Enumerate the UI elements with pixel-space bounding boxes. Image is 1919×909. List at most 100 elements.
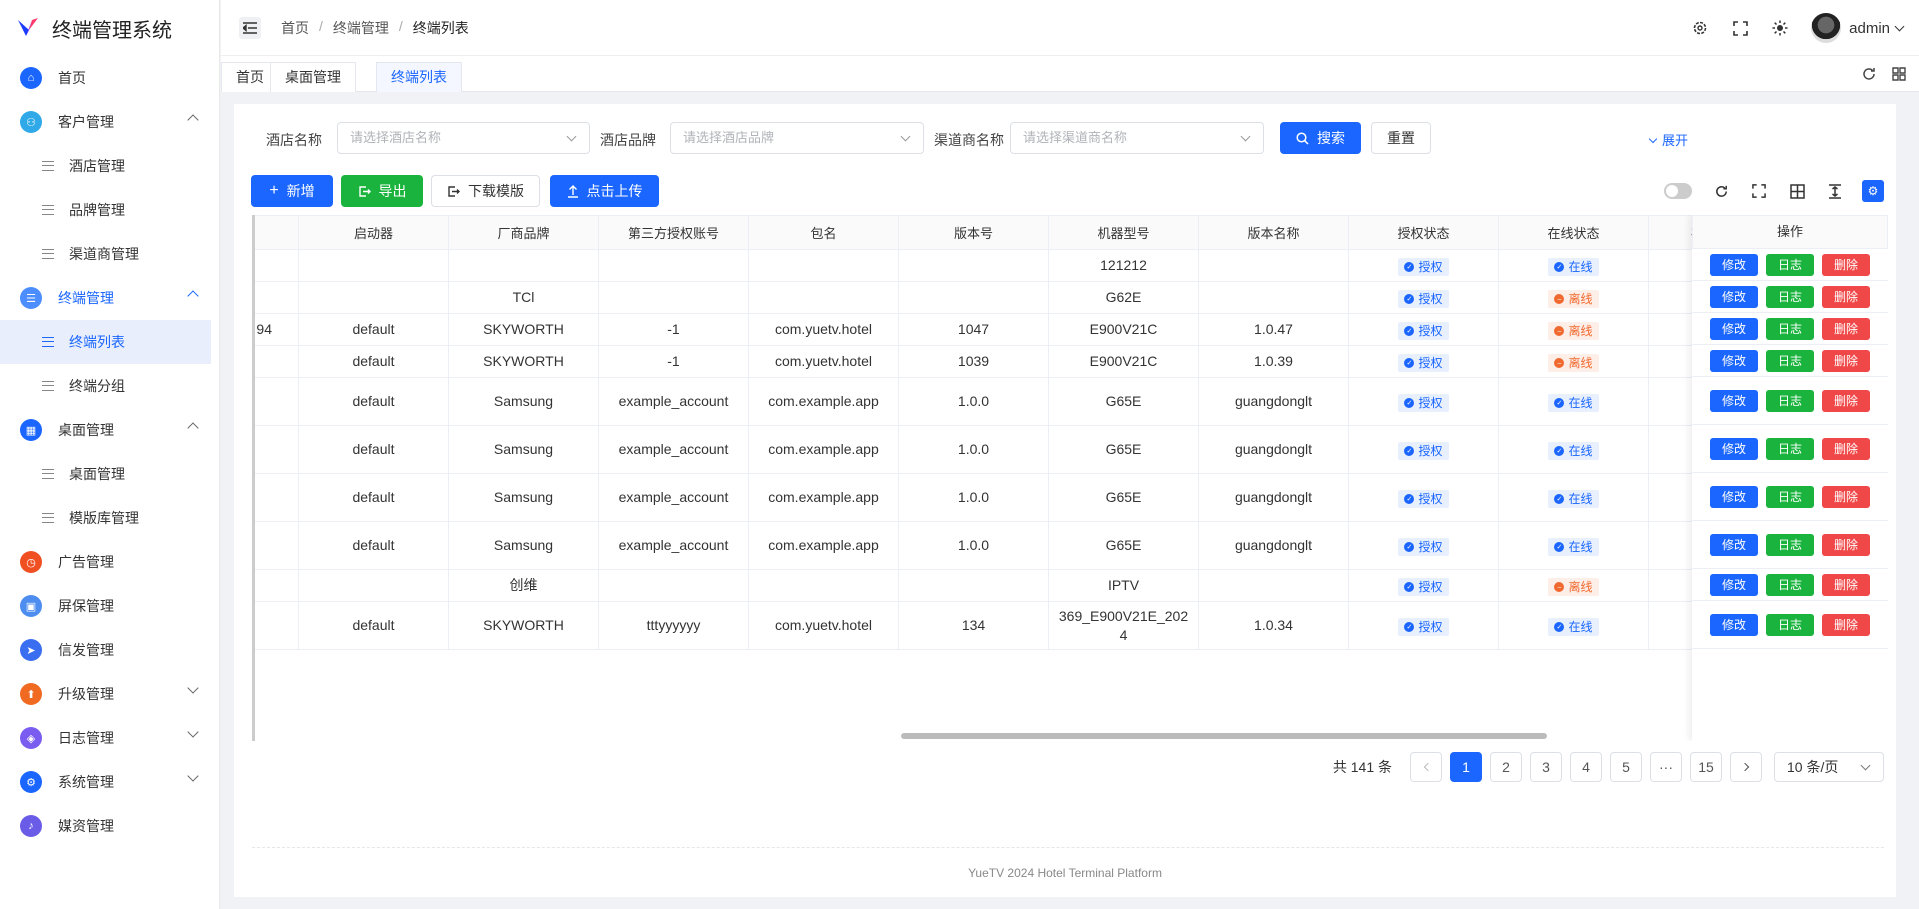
page-button[interactable]: 2 (1490, 752, 1522, 782)
page-button[interactable]: 5 (1610, 752, 1642, 782)
table-settings-button[interactable]: ⚙ (1862, 180, 1884, 202)
table-row[interactable]: 创维IPTV✓授权–离线0 (255, 569, 1799, 602)
delete-button[interactable]: 删除 (1822, 349, 1870, 372)
density-button[interactable] (1826, 182, 1844, 200)
channel-name-select[interactable]: 请选择渠道商名称 (1010, 122, 1264, 154)
page-button[interactable]: 3 (1530, 752, 1562, 782)
sidebar-subitem[interactable]: 渠道商管理 (0, 232, 219, 276)
page-button[interactable]: 4 (1570, 752, 1602, 782)
sidebar-subitem[interactable]: 模版库管理 (0, 496, 219, 540)
column-settings-button[interactable] (1788, 182, 1806, 200)
delete-button[interactable]: 删除 (1822, 317, 1870, 340)
log-button[interactable]: 日志 (1766, 253, 1814, 276)
sidebar-subitem[interactable]: 桌面管理 (0, 452, 219, 496)
search-button[interactable]: 搜索 (1280, 122, 1361, 154)
table-row[interactable]: 121212✓授权✓在线0 (255, 249, 1799, 282)
operation-row: 修改 日志 删除 (1692, 345, 1888, 377)
log-button[interactable]: 日志 (1766, 533, 1814, 556)
edit-button[interactable]: 修改 (1710, 613, 1758, 636)
tab-desktop[interactable]: 桌面管理 (270, 62, 356, 92)
log-button[interactable]: 日志 (1766, 485, 1814, 508)
download-template-button[interactable]: 下载模版 (431, 175, 540, 207)
page-button[interactable]: 1 (1450, 752, 1482, 782)
upload-button[interactable]: 点击上传 (550, 175, 659, 207)
next-page-button[interactable] (1730, 752, 1762, 782)
breadcrumb-terminal[interactable]: 终端管理 (333, 18, 389, 38)
edit-button[interactable]: 修改 (1710, 485, 1758, 508)
sidebar-item-desktop[interactable]: ▦ 桌面管理 (0, 408, 219, 452)
log-button[interactable]: 日志 (1766, 349, 1814, 372)
sidebar-item-customer[interactable]: ⚇ 客户管理 (0, 100, 219, 144)
sidebar-item-log[interactable]: ◈ 日志管理 (0, 716, 219, 760)
delete-button[interactable]: 删除 (1822, 573, 1870, 596)
sidebar-subitem[interactable]: 终端列表 (0, 320, 211, 364)
table-row[interactable]: 94 default SKYWORTH -1 com.yuetv.hotel 1047 E9… (255, 313, 1799, 346)
table-row[interactable]: default Samsung example_account com.example… (255, 473, 1799, 522)
edit-button[interactable]: 修改 (1710, 317, 1758, 340)
log-button[interactable]: 日志 (1766, 285, 1814, 308)
export-button[interactable]: 导出 (341, 175, 423, 207)
delete-button[interactable]: 删除 (1822, 285, 1870, 308)
sidebar-subitem[interactable]: 品牌管理 (0, 188, 219, 232)
sidebar-item-system[interactable]: ⚙ 系统管理 (0, 760, 219, 804)
add-button[interactable]: + 新增 (251, 175, 333, 207)
edit-button[interactable]: 修改 (1710, 253, 1758, 276)
log-button[interactable]: 日志 (1766, 317, 1814, 340)
table-row[interactable]: default Samsung example_account com.example… (255, 425, 1799, 474)
delete-button[interactable]: 删除 (1822, 253, 1870, 276)
fullscreen-button[interactable] (1731, 19, 1749, 37)
table-row[interactable]: default Samsung example_account com.example… (255, 521, 1799, 570)
chevron-down-icon[interactable] (1894, 21, 1905, 31)
sidebar-item-terminal[interactable]: ☰ 终端管理 (0, 276, 219, 320)
sidebar-subitem[interactable]: 终端分组 (0, 364, 219, 408)
sidebar-item-send[interactable]: ➤ 信发管理 (0, 628, 219, 672)
breadcrumb-home[interactable]: 首页 (281, 18, 309, 38)
log-button[interactable]: 日志 (1766, 437, 1814, 460)
expand-link[interactable]: 展开 (1648, 130, 1688, 149)
theme-toggle-button[interactable] (1771, 19, 1789, 37)
table-cell-ver (898, 249, 1049, 282)
hotel-brand-select[interactable]: 请选择酒店品牌 (670, 122, 924, 154)
delete-button[interactable]: 删除 (1822, 533, 1870, 556)
horizontal-scrollbar[interactable] (901, 733, 1547, 739)
sidebar-item-media[interactable]: ♪ 媒资管理 (0, 804, 219, 848)
avatar[interactable] (1811, 13, 1842, 43)
collapse-sidebar-button[interactable] (239, 16, 261, 39)
delete-button[interactable]: 删除 (1822, 437, 1870, 460)
log-button[interactable]: 日志 (1766, 389, 1814, 412)
table-row[interactable]: default SKYWORTH -1 com.yuetv.hotel 1039 E900… (255, 345, 1799, 378)
table-row[interactable]: default Samsung example_account com.example… (255, 377, 1799, 426)
edit-button[interactable]: 修改 (1710, 573, 1758, 596)
delete-button[interactable]: 删除 (1822, 389, 1870, 412)
stripe-toggle[interactable] (1664, 183, 1692, 199)
refresh-table-button[interactable] (1712, 182, 1730, 200)
sidebar-item-upgrade[interactable]: ⬆ 升级管理 (0, 672, 219, 716)
user-name[interactable]: admin (1849, 20, 1890, 37)
table-row[interactable]: TClG62E✓授权–离线0 (255, 281, 1799, 314)
edit-button[interactable]: 修改 (1710, 389, 1758, 412)
sidebar-item-ad[interactable]: ◷ 广告管理 (0, 540, 219, 584)
delete-button[interactable]: 删除 (1822, 485, 1870, 508)
sidebar-item-screensaver[interactable]: ▣ 屏保管理 (0, 584, 219, 628)
page-size-select[interactable]: 10 条/页 (1774, 752, 1884, 782)
page-button[interactable]: 15 (1690, 752, 1722, 782)
edit-button[interactable]: 修改 (1710, 533, 1758, 556)
sidebar-item-home[interactable]: ⌂ 首页 (0, 56, 219, 100)
log-button[interactable]: 日志 (1766, 613, 1814, 636)
grid-icon[interactable] (1891, 66, 1907, 82)
prev-page-button[interactable] (1410, 752, 1442, 782)
edit-button[interactable]: 修改 (1710, 349, 1758, 372)
table-fullscreen-button[interactable] (1750, 182, 1768, 200)
edit-button[interactable]: 修改 (1710, 285, 1758, 308)
settings-button[interactable] (1691, 19, 1709, 37)
tab-terminal-list[interactable]: 终端列表 (376, 62, 462, 92)
table-row[interactable]: default SKYWORTH tttyyyyyy com.yuetv.hotel 1… (255, 601, 1799, 650)
reset-button[interactable]: 重置 (1371, 122, 1431, 154)
log-button[interactable]: 日志 (1766, 573, 1814, 596)
page-ellipsis[interactable]: ··· (1650, 752, 1682, 782)
delete-button[interactable]: 删除 (1822, 613, 1870, 636)
edit-button[interactable]: 修改 (1710, 437, 1758, 460)
refresh-icon[interactable] (1861, 66, 1877, 82)
hotel-name-select[interactable]: 请选择酒店名称 (337, 122, 590, 154)
sidebar-subitem[interactable]: 酒店管理 (0, 144, 219, 188)
